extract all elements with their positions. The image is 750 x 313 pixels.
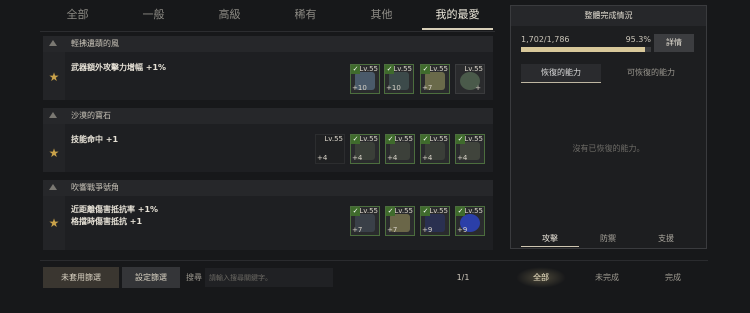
tab-attack[interactable]: 攻擊 (521, 232, 579, 246)
item-enhance: +10 (352, 84, 367, 92)
collapse-icon[interactable] (49, 40, 57, 46)
item-slot[interactable]: Lv.55 +4 (315, 134, 345, 164)
filter-tab-incomplete[interactable]: 未完成 (582, 267, 632, 288)
card-title: 吹響戰爭號角 (71, 183, 119, 192)
item-slot[interactable]: ✓ Lv.55 +4 (420, 134, 450, 164)
item-level: Lv.55 (394, 135, 413, 143)
tab-favorites[interactable]: 我的最愛 (420, 0, 495, 30)
tab-defense[interactable]: 防禦 (579, 232, 637, 246)
card-header[interactable]: 輕拂遺蹟的風 (43, 36, 493, 52)
item-enhance: +9 (457, 226, 468, 234)
favorite-column: ★ (43, 196, 65, 250)
item-slot[interactable]: Lv.55 + (455, 64, 485, 94)
item-level: Lv.55 (464, 135, 483, 143)
item-level: Lv.55 (359, 65, 378, 73)
favorite-column: ★ (43, 124, 65, 172)
item-level: Lv.55 (429, 65, 448, 73)
card-effect: 格擋時傷害抵抗 +1 (71, 217, 143, 226)
item-enhance: +7 (352, 226, 363, 234)
completion-panel: 整體完成情況 1,702/1,786 95.3% 詳情 恢復的能力 可恢復的能力… (510, 5, 707, 249)
bottom-tab-underline (521, 246, 579, 247)
item-level: Lv.55 (429, 207, 448, 215)
item-level: Lv.55 (359, 207, 378, 215)
item-level: Lv.55 (324, 135, 343, 143)
item-level: Lv.55 (464, 65, 483, 73)
item-enhance: +4 (317, 154, 328, 162)
tabs-divider (40, 31, 495, 32)
page-indicator: 1/1 (456, 273, 470, 282)
tab-restorable-abilities[interactable]: 可恢復的能力 (606, 64, 696, 82)
search-input[interactable] (205, 268, 333, 287)
item-level: Lv.55 (429, 135, 448, 143)
filter-unapplied-button[interactable]: 未套用篩選 (43, 267, 119, 288)
card-effect: 近距離傷害抵抗率 +1% (71, 205, 159, 214)
collection-card: 沙漠的寶石 ★ 技能命中 +1 Lv.55 +4 ✓ Lv.55 +4 ✓ Lv… (43, 108, 493, 172)
tab-underline (521, 82, 601, 83)
tab-support[interactable]: 支援 (637, 232, 695, 246)
collapse-icon[interactable] (49, 112, 57, 118)
card-effect: 武器額外攻擊力增幅 +1% (71, 63, 167, 72)
item-level: Lv.55 (393, 65, 412, 73)
category-tabs: 全部 一般 高級 稀有 其他 我的最愛 (40, 0, 495, 30)
favorite-column: ★ (43, 52, 65, 100)
star-icon[interactable]: ★ (47, 146, 61, 160)
item-level: Lv.55 (464, 207, 483, 215)
collection-card: 吹響戰爭號角 ★ 近距離傷害抵抗率 +1% 格擋時傷害抵抗 +1 ✓ Lv.55… (43, 180, 493, 250)
item-slot[interactable]: ✓ Lv.55 +7 (420, 64, 450, 94)
tab-rare[interactable]: 稀有 (268, 0, 343, 30)
item-slot[interactable]: ✓ Lv.55 +4 (385, 134, 415, 164)
footer-divider (40, 260, 708, 261)
item-slot[interactable]: ✓ Lv.55 +9 (420, 206, 450, 236)
item-enhance: +10 (386, 84, 401, 92)
progress-count: 1,702/1,786 (521, 35, 570, 44)
item-enhance: +9 (422, 226, 433, 234)
item-enhance: +4 (422, 154, 433, 162)
tab-other[interactable]: 其他 (344, 0, 419, 30)
item-slot[interactable]: ✓ Lv.55 +4 (455, 134, 485, 164)
item-slot[interactable]: ✓ Lv.55 +7 (350, 206, 380, 236)
detail-button[interactable]: 詳情 (654, 34, 694, 52)
card-title: 輕拂遺蹟的風 (71, 39, 119, 48)
panel-title: 整體完成情況 (511, 6, 706, 26)
item-slot[interactable]: ✓ Lv.55 +10 (350, 64, 380, 94)
filter-tab-all[interactable]: 全部 (516, 267, 566, 288)
card-effect: 技能命中 +1 (71, 135, 119, 144)
item-enhance: +7 (387, 226, 398, 234)
item-enhance: + (475, 84, 481, 92)
filter-tab-complete[interactable]: 完成 (648, 267, 698, 288)
search-label: 搜尋 (186, 273, 202, 282)
item-slot[interactable]: ✓ Lv.55 +9 (455, 206, 485, 236)
progress-bar-fill (521, 47, 645, 52)
collection-list[interactable]: 輕拂遺蹟的風 ★ 武器額外攻擊力增幅 +1% ✓ Lv.55 +10 ✓ Lv.… (43, 36, 493, 250)
empty-message: 沒有已恢復的能力。 (572, 144, 645, 153)
item-level: Lv.55 (359, 135, 378, 143)
item-slot[interactable]: ✓ Lv.55 +4 (350, 134, 380, 164)
tab-all[interactable]: 全部 (40, 0, 115, 30)
item-enhance: +7 (422, 84, 433, 92)
card-header[interactable]: 吹響戰爭號角 (43, 180, 493, 196)
item-enhance: +4 (457, 154, 468, 162)
star-icon[interactable]: ★ (47, 70, 61, 84)
card-header[interactable]: 沙漠的寶石 (43, 108, 493, 124)
tab-advanced[interactable]: 高級 (192, 0, 267, 30)
set-filter-button[interactable]: 設定篩選 (122, 267, 180, 288)
item-level: Lv.55 (394, 207, 413, 215)
item-enhance: +4 (387, 154, 398, 162)
collection-card: 輕拂遺蹟的風 ★ 武器額外攻擊力增幅 +1% ✓ Lv.55 +10 ✓ Lv.… (43, 36, 493, 100)
progress-bar (521, 47, 651, 52)
progress-percent: 95.3% (625, 35, 651, 44)
star-icon[interactable]: ★ (47, 216, 61, 230)
item-slot[interactable]: ✓ Lv.55 +10 (384, 64, 414, 94)
item-slot[interactable]: ✓ Lv.55 +7 (385, 206, 415, 236)
collapse-icon[interactable] (49, 184, 57, 190)
tab-restored-abilities[interactable]: 恢復的能力 (521, 64, 601, 82)
tab-general[interactable]: 一般 (116, 0, 191, 30)
card-title: 沙漠的寶石 (71, 111, 111, 120)
item-enhance: +4 (352, 154, 363, 162)
